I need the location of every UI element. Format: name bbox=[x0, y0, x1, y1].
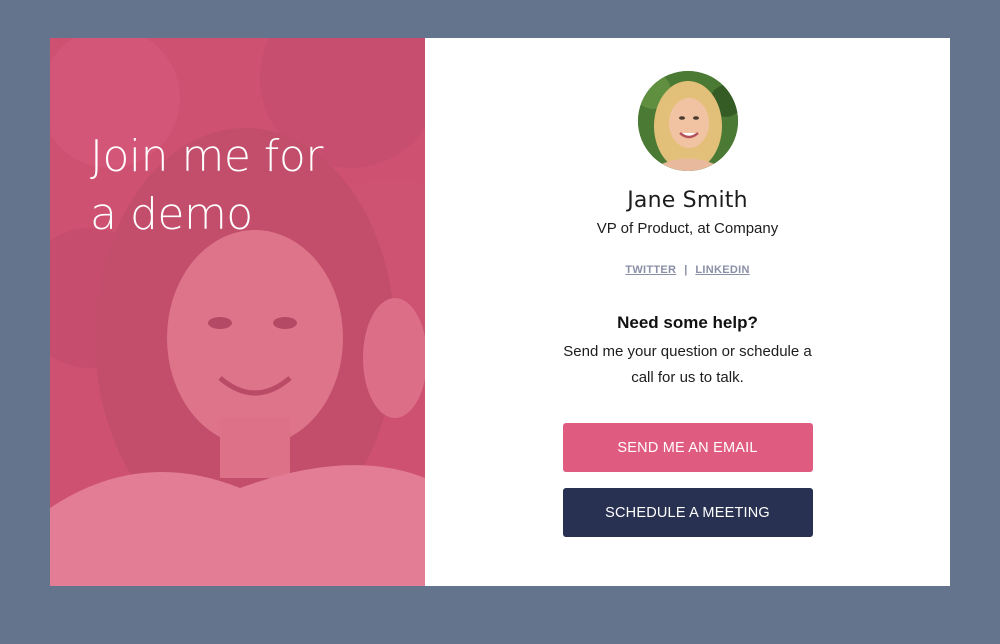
hero-heading: Join me for a demo bbox=[90, 128, 390, 244]
social-separator: | bbox=[684, 264, 688, 276]
hero-heading-line1: Join me for bbox=[90, 131, 323, 182]
avatar bbox=[637, 71, 738, 171]
social-links: TWITTER | LINKEDIN bbox=[625, 264, 749, 276]
send-email-button[interactable]: SEND ME AN EMAIL bbox=[562, 423, 813, 472]
profile-name: Jane Smith bbox=[627, 188, 748, 213]
hero-overlay bbox=[50, 38, 425, 586]
twitter-link[interactable]: TWITTER bbox=[625, 264, 676, 276]
schedule-meeting-button[interactable]: SCHEDULE A MEETING bbox=[562, 488, 813, 537]
profile-title: VP of Product, at Company bbox=[596, 220, 779, 237]
linkedin-link[interactable]: LINKEDIN bbox=[695, 264, 749, 276]
help-text: Send me your question or schedule a call… bbox=[563, 343, 812, 386]
hero-heading-line2: a demo bbox=[90, 189, 253, 240]
hero-panel: Join me for a demo bbox=[50, 38, 425, 586]
help-heading: Need some help? bbox=[617, 313, 758, 332]
profile-panel: Jane Smith VP of Product, at Company TWI… bbox=[425, 38, 950, 586]
demo-card: Join me for a demo Jane Smith VP of Prod… bbox=[50, 38, 950, 586]
